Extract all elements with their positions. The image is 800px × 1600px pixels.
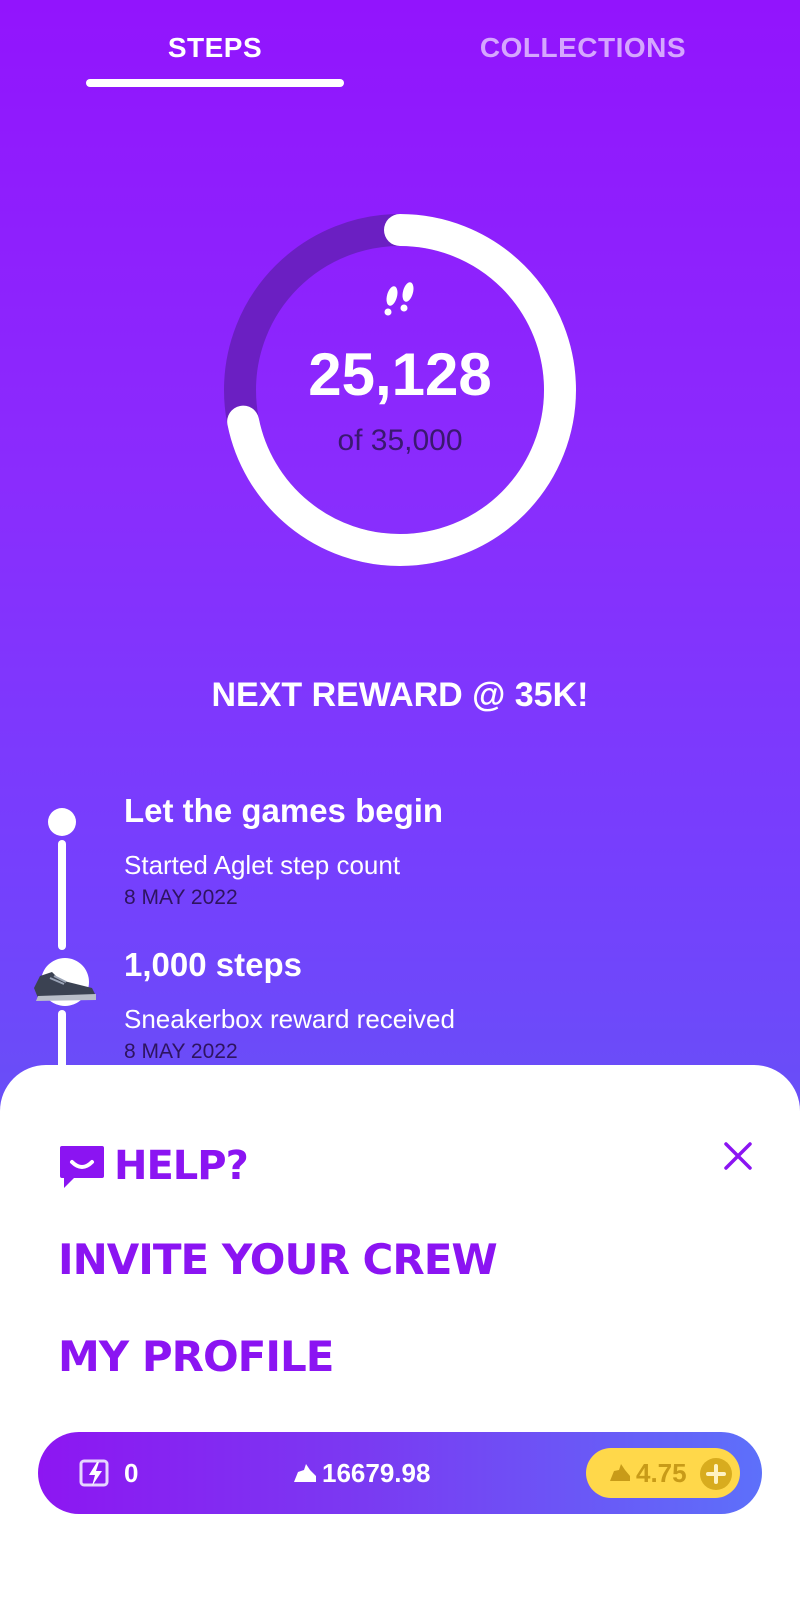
- plus-icon: [706, 1464, 726, 1484]
- tab-steps[interactable]: STEPS: [86, 32, 344, 64]
- invite-crew-button[interactable]: INVITE YOUR CREW: [58, 1235, 498, 1284]
- close-icon[interactable]: [718, 1136, 758, 1176]
- add-gold-button[interactable]: [700, 1458, 732, 1490]
- footsteps-icon: [384, 282, 414, 316]
- active-tab-indicator: [86, 79, 344, 87]
- tab-bar: STEPS COLLECTIONS: [0, 0, 800, 100]
- step-count: 25,128: [308, 341, 492, 408]
- next-reward-label: NEXT REWARD @ 35K!: [211, 676, 589, 714]
- step-goal: of 35,000: [337, 424, 463, 457]
- help-label: HELP?: [114, 1143, 249, 1189]
- sneaker-icon: [34, 958, 96, 1006]
- chat-bubble-icon: [60, 1146, 104, 1188]
- timeline-subtitle: Started Aglet step count: [124, 850, 401, 880]
- tab-collections[interactable]: COLLECTIONS: [470, 32, 696, 64]
- timeline-date: 8 MAY 2022: [124, 886, 238, 909]
- energy-icon: [79, 1459, 109, 1487]
- timeline-date: 8 MAY 2022: [124, 1040, 238, 1063]
- timeline-title: Let the games begin: [124, 792, 444, 829]
- my-profile-button[interactable]: MY PROFILE: [58, 1332, 334, 1381]
- aglet-coin-value: 16679.98: [322, 1458, 431, 1488]
- timeline-connector: [58, 840, 66, 950]
- energy-value: 0: [124, 1458, 139, 1488]
- help-button[interactable]: HELP?: [58, 1140, 249, 1192]
- timeline-connector: [58, 1010, 66, 1070]
- aglet-coin-icon: [294, 1464, 316, 1482]
- timeline-start-dot: [48, 808, 76, 836]
- gold-coin-icon: [610, 1464, 630, 1481]
- timeline-title: 1,000 steps: [124, 946, 302, 983]
- timeline-subtitle: Sneakerbox reward received: [124, 1004, 455, 1034]
- gold-value: 4.75: [636, 1458, 687, 1488]
